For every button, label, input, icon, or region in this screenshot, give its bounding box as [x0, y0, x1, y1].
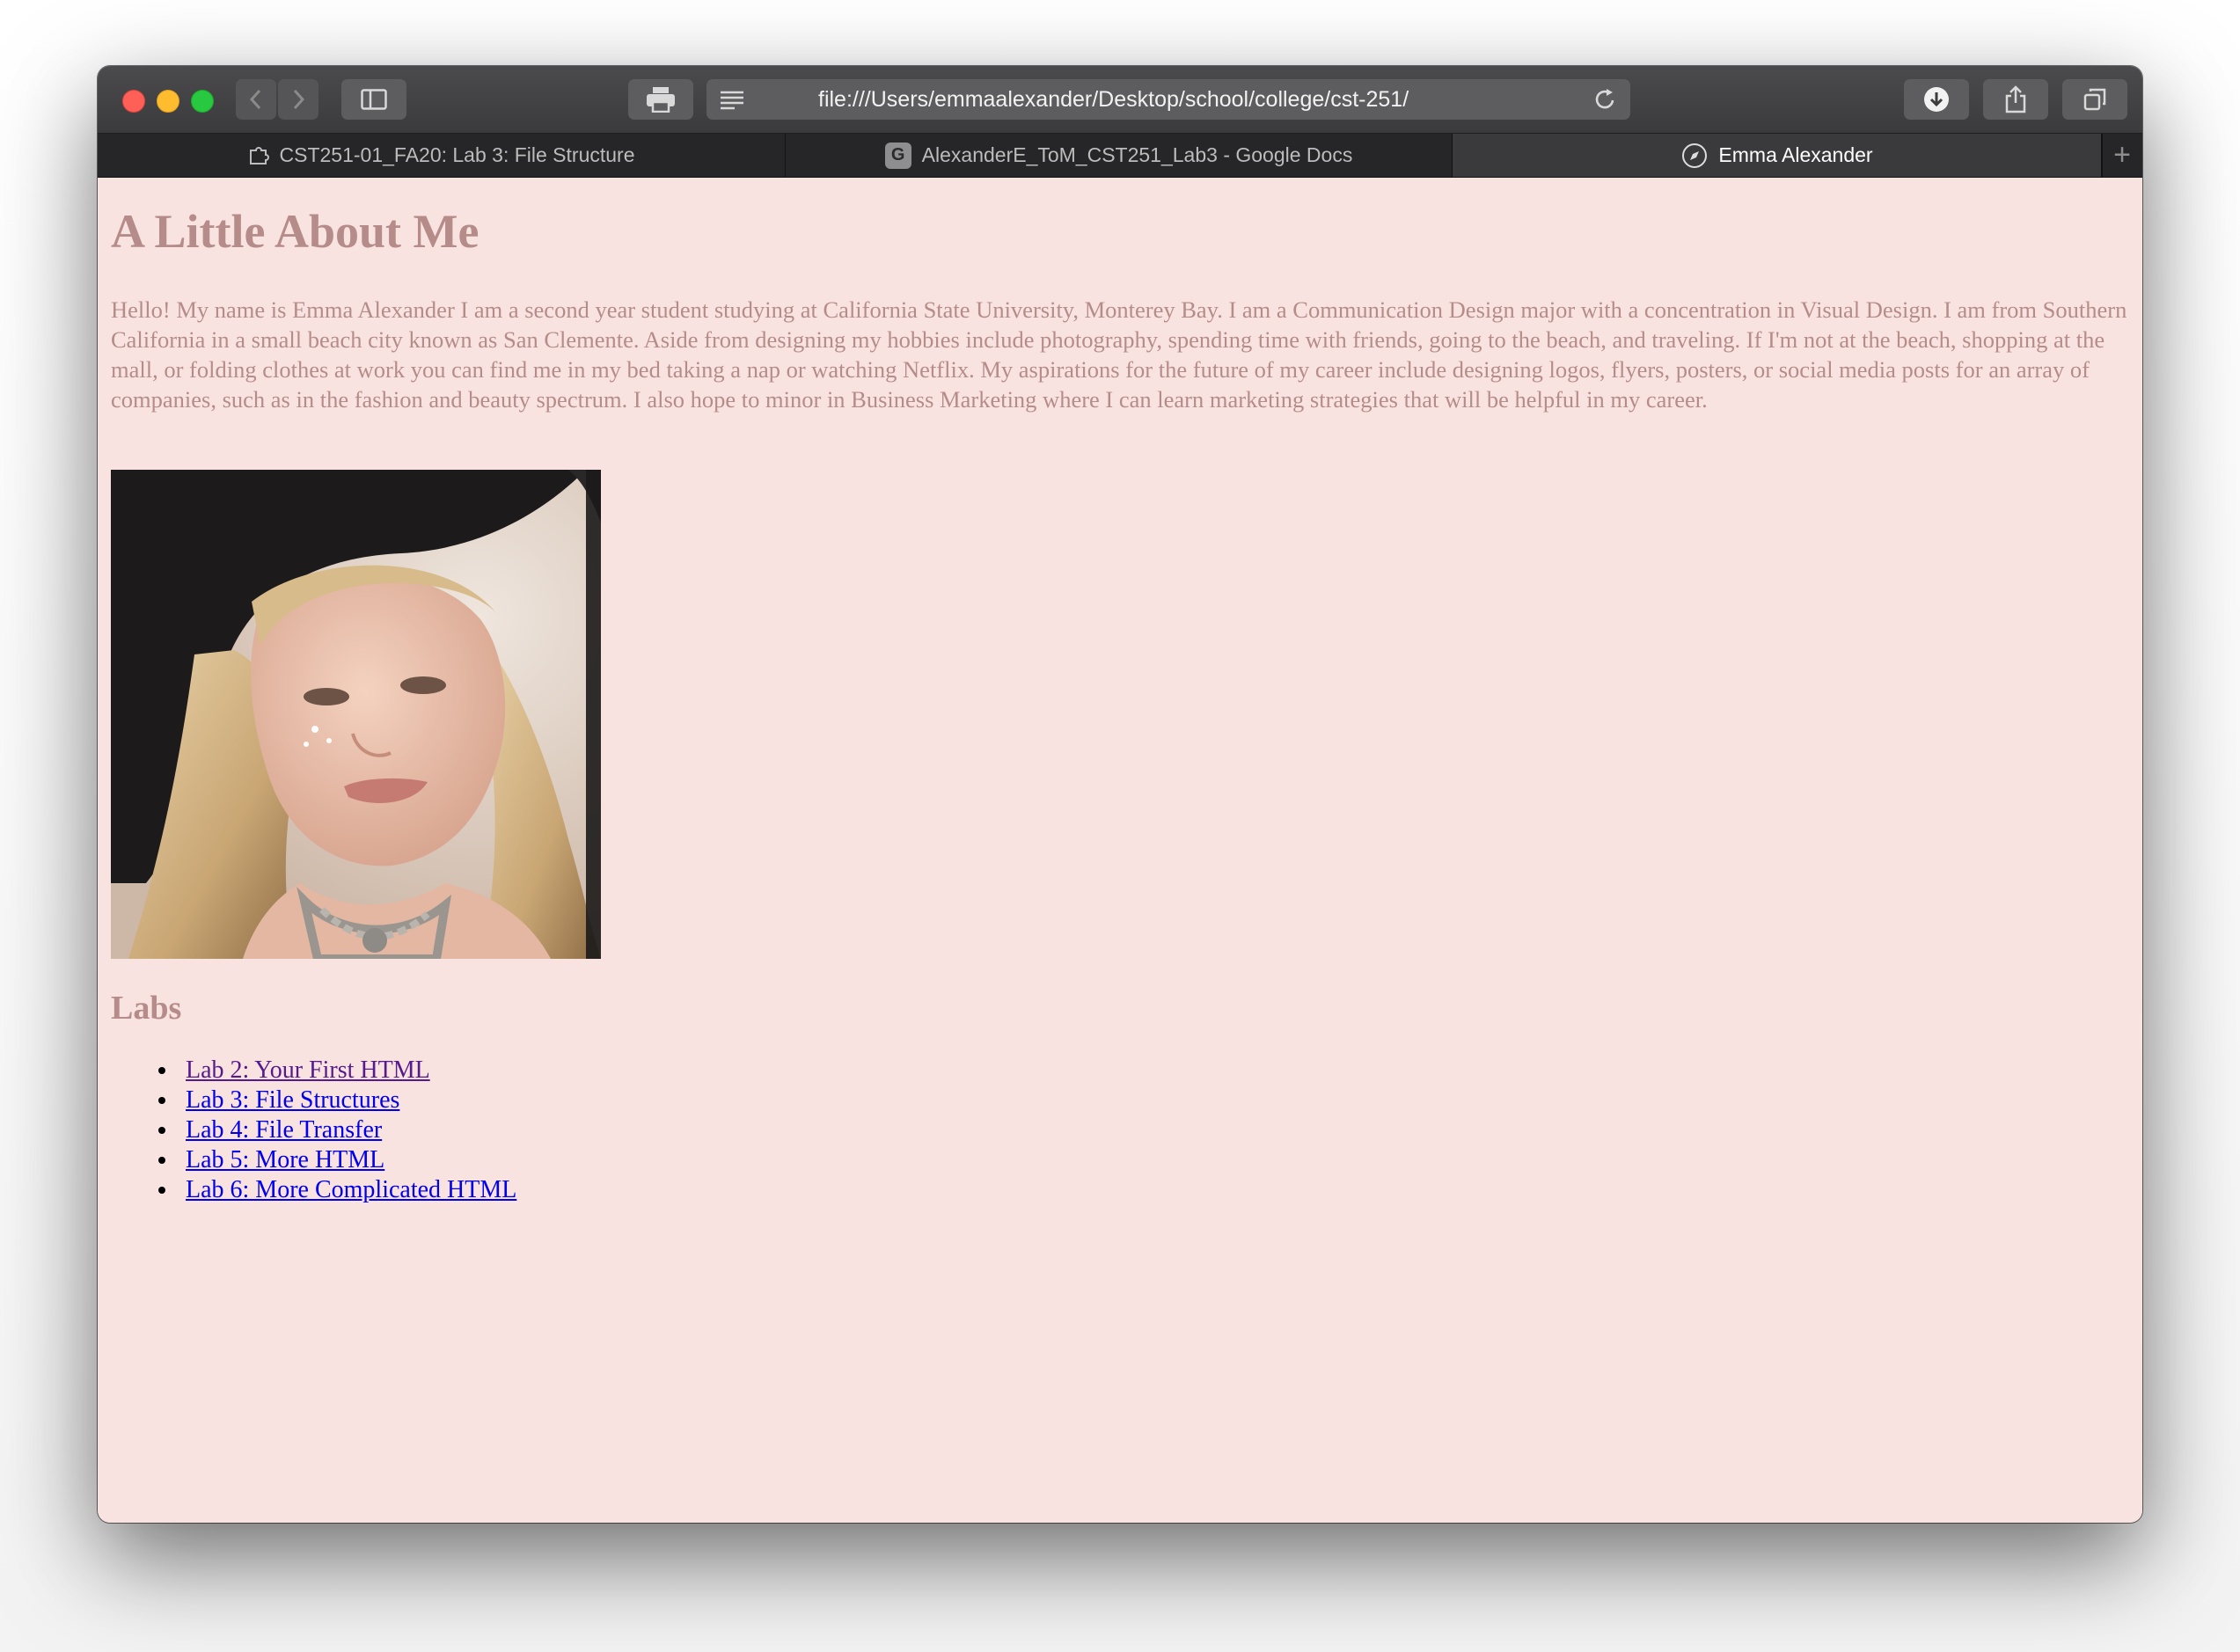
download-icon	[1924, 87, 1949, 112]
lab-3-link[interactable]: Lab 3: File Structures	[186, 1086, 399, 1114]
address-bar[interactable]: file:///Users/emmaalexander/Desktop/scho…	[706, 79, 1630, 120]
url-text[interactable]: file:///Users/emmaalexander/Desktop/scho…	[818, 79, 1513, 120]
downloads-button[interactable]	[1904, 79, 1969, 120]
list-item: Lab 5: More HTML	[179, 1145, 516, 1175]
bio-paragraph: Hello! My name is Emma Alexander I am a …	[111, 296, 2127, 413]
new-tab-button[interactable]: +	[2101, 134, 2142, 177]
browser-toolbar: file:///Users/emmaalexander/Desktop/scho…	[98, 66, 2142, 134]
page-content: A Little About Me Hello! My name is Emma…	[98, 178, 2142, 1523]
sidebar-icon	[361, 89, 387, 110]
tab-emma-alexander[interactable]: Emma Alexander	[1453, 134, 2103, 177]
printer-icon	[647, 87, 675, 113]
tab-title: Emma Alexander	[1718, 143, 1873, 166]
tab-canvas-lab3[interactable]: CST251-01_FA20: Lab 3: File Structure	[98, 134, 786, 177]
labs-list: Lab 2: Your First HTML Lab 3: File Struc…	[157, 1056, 516, 1205]
zoom-window-button[interactable]	[191, 90, 214, 113]
page-title: A Little About Me	[111, 205, 479, 258]
back-button[interactable]	[236, 79, 276, 120]
tab-bar: CST251-01_FA20: Lab 3: File Structure G …	[98, 134, 2142, 178]
tab-google-docs[interactable]: G AlexanderE_ToM_CST251_Lab3 - Google Do…	[786, 134, 1453, 177]
share-button[interactable]	[1983, 79, 2048, 120]
minimize-window-button[interactable]	[157, 90, 179, 113]
reload-icon[interactable]	[1593, 87, 1618, 112]
tab-title: AlexanderE_ToM_CST251_Lab3 - Google Docs	[921, 143, 1353, 166]
labs-heading: Labs	[111, 990, 182, 1027]
lab-4-link[interactable]: Lab 4: File Transfer	[186, 1116, 382, 1144]
g-badge-icon: G	[884, 142, 911, 169]
puzzle-icon	[248, 145, 269, 166]
list-item: Lab 6: More Complicated HTML	[179, 1175, 516, 1205]
browser-window: file:///Users/emmaalexander/Desktop/scho…	[98, 66, 2142, 1523]
lab-5-link[interactable]: Lab 5: More HTML	[186, 1146, 384, 1173]
chevron-right-icon	[293, 89, 305, 110]
list-item: Lab 4: File Transfer	[179, 1115, 516, 1145]
plus-icon: +	[2113, 138, 2131, 172]
profile-photo	[111, 470, 601, 959]
sidebar-button[interactable]	[341, 79, 406, 120]
close-window-button[interactable]	[122, 90, 145, 113]
lab-6-link[interactable]: Lab 6: More Complicated HTML	[186, 1176, 516, 1203]
tab-overview-icon	[2083, 88, 2106, 111]
lab-2-link[interactable]: Lab 2: Your First HTML	[186, 1056, 430, 1084]
tab-overview-button[interactable]	[2062, 79, 2127, 120]
forward-button[interactable]	[278, 79, 318, 120]
tab-title: CST251-01_FA20: Lab 3: File Structure	[279, 143, 635, 166]
chevron-left-icon	[249, 89, 261, 110]
compass-icon	[1681, 143, 1708, 169]
list-item: Lab 2: Your First HTML	[179, 1056, 516, 1085]
share-icon	[2005, 85, 2026, 113]
reader-view-icon[interactable]	[719, 89, 745, 110]
list-item: Lab 3: File Structures	[179, 1085, 516, 1115]
print-button[interactable]	[628, 79, 693, 120]
